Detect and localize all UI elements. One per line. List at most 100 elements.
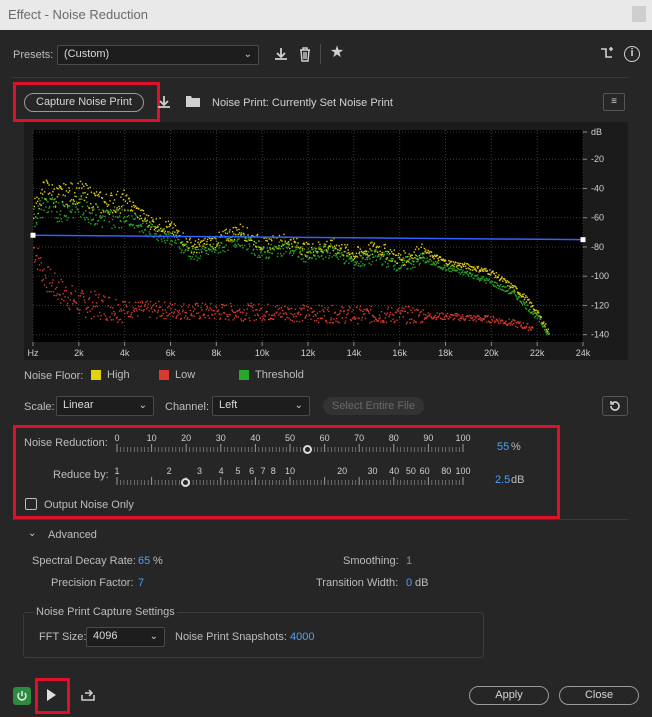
- data-point-high: [101, 197, 104, 199]
- noise-reduction-thumb[interactable]: [302, 445, 312, 454]
- data-point-low: [134, 307, 136, 310]
- play-icon[interactable]: [47, 689, 56, 701]
- close-button[interactable]: Close: [559, 686, 639, 705]
- data-point-high: [448, 259, 450, 262]
- data-point-high: [72, 199, 75, 201]
- data-point-threshold: [496, 282, 498, 285]
- data-point-threshold: [341, 252, 343, 254]
- data-point-low: [172, 312, 175, 315]
- data-point-high: [164, 230, 166, 233]
- data-point-threshold: [288, 242, 290, 244]
- presets-dropdown[interactable]: (Custom) ⌄: [57, 45, 259, 65]
- data-point-low: [193, 315, 195, 317]
- data-point-threshold: [36, 223, 38, 225]
- data-point-threshold: [255, 242, 258, 244]
- data-point-high: [489, 269, 491, 271]
- scale-dropdown[interactable]: Linear ⌄: [56, 396, 154, 416]
- data-point-low: [289, 308, 291, 310]
- data-point-low: [93, 290, 96, 293]
- reset-icon[interactable]: [602, 396, 628, 416]
- data-point-low: [330, 319, 332, 321]
- data-point-low: [166, 315, 168, 317]
- snapshots-value[interactable]: 4000: [290, 631, 314, 643]
- data-point-low: [38, 264, 41, 266]
- capture-noise-print-button[interactable]: Capture Noise Print: [24, 93, 144, 112]
- noise-reduction-value[interactable]: 55: [497, 441, 509, 453]
- data-point-low: [520, 324, 523, 326]
- data-point-high: [272, 235, 274, 237]
- data-point-low: [132, 306, 134, 309]
- data-point-high: [77, 202, 80, 204]
- data-point-threshold: [135, 214, 137, 216]
- data-point-threshold: [437, 266, 439, 268]
- data-point-high: [327, 247, 329, 249]
- data-point-high: [33, 217, 35, 220]
- data-point-threshold: [354, 261, 356, 263]
- data-point-low: [498, 318, 501, 320]
- download-noise-print-icon[interactable]: [155, 94, 173, 113]
- apply-button[interactable]: Apply: [469, 686, 549, 705]
- data-point-low: [326, 321, 328, 324]
- data-point-low: [142, 302, 144, 304]
- reduce-by-value[interactable]: 2.5: [495, 474, 510, 486]
- data-point-threshold: [371, 250, 373, 252]
- data-point-low: [147, 303, 150, 305]
- data-point-low: [514, 325, 517, 328]
- close-window-icon[interactable]: [632, 6, 646, 22]
- data-point-high: [171, 232, 173, 234]
- data-point-high: [74, 192, 76, 194]
- noise-reduction-slider[interactable]: 0 10 20 30 40 50 60 70 80 90 100: [114, 433, 471, 457]
- channel-dropdown[interactable]: Left ⌄: [212, 396, 310, 416]
- data-point-threshold: [126, 216, 129, 218]
- data-point-low: [484, 316, 487, 318]
- panel-menu-icon[interactable]: ≡: [603, 93, 625, 111]
- data-point-high: [301, 248, 304, 250]
- data-point-high: [79, 180, 82, 183]
- chevron-down-icon[interactable]: ⌄: [28, 528, 36, 539]
- fft-size-dropdown[interactable]: 4096 ⌄: [86, 627, 165, 647]
- advanced-toggle[interactable]: Advanced: [48, 529, 97, 541]
- select-entire-file-button[interactable]: Select Entire File: [323, 397, 424, 415]
- data-point-low: [405, 305, 407, 308]
- precision-factor-value[interactable]: 7: [138, 577, 144, 589]
- data-point-high: [537, 312, 540, 314]
- loop-playback-icon[interactable]: [79, 688, 97, 705]
- routing-icon[interactable]: [599, 46, 615, 63]
- data-point-threshold: [375, 259, 378, 261]
- power-toggle-icon[interactable]: [13, 687, 31, 705]
- data-point-low: [478, 315, 480, 317]
- data-point-high: [392, 253, 395, 256]
- data-point-threshold: [295, 248, 297, 250]
- save-preset-icon[interactable]: [272, 46, 290, 65]
- data-point-low: [162, 312, 165, 315]
- data-point-threshold: [80, 196, 82, 198]
- output-noise-only-checkbox[interactable]: [25, 498, 37, 510]
- data-point-low: [43, 284, 46, 286]
- data-point-low: [267, 318, 270, 321]
- star-favorite-icon[interactable]: ★: [328, 45, 346, 61]
- delete-preset-icon[interactable]: [296, 46, 314, 65]
- transition-width-value[interactable]: 0: [406, 577, 412, 589]
- data-point-threshold: [44, 197, 46, 200]
- info-icon[interactable]: i: [624, 46, 640, 62]
- data-point-high: [368, 255, 370, 257]
- smoothing-value[interactable]: 1: [406, 555, 412, 567]
- spectral-decay-value[interactable]: 65: [138, 555, 150, 567]
- data-point-high: [360, 255, 362, 257]
- data-point-high: [367, 255, 369, 257]
- data-point-threshold: [273, 249, 276, 251]
- data-point-low: [271, 318, 274, 320]
- data-point-low: [403, 307, 405, 310]
- threshold-handle[interactable]: [30, 232, 36, 238]
- data-point-low: [195, 302, 197, 305]
- data-point-high: [486, 270, 489, 272]
- threshold-handle[interactable]: [580, 237, 586, 243]
- data-point-low: [95, 294, 97, 296]
- data-point-low: [75, 302, 78, 304]
- reduce-by-slider[interactable]: 1 2 3 4 5 6 7 8 10 20 30 40 50 60 80 100: [114, 466, 471, 490]
- data-point-low: [379, 317, 381, 319]
- data-point-threshold: [82, 214, 84, 216]
- open-folder-icon[interactable]: [184, 94, 202, 111]
- data-point-low: [185, 315, 187, 317]
- data-point-low: [242, 312, 244, 314]
